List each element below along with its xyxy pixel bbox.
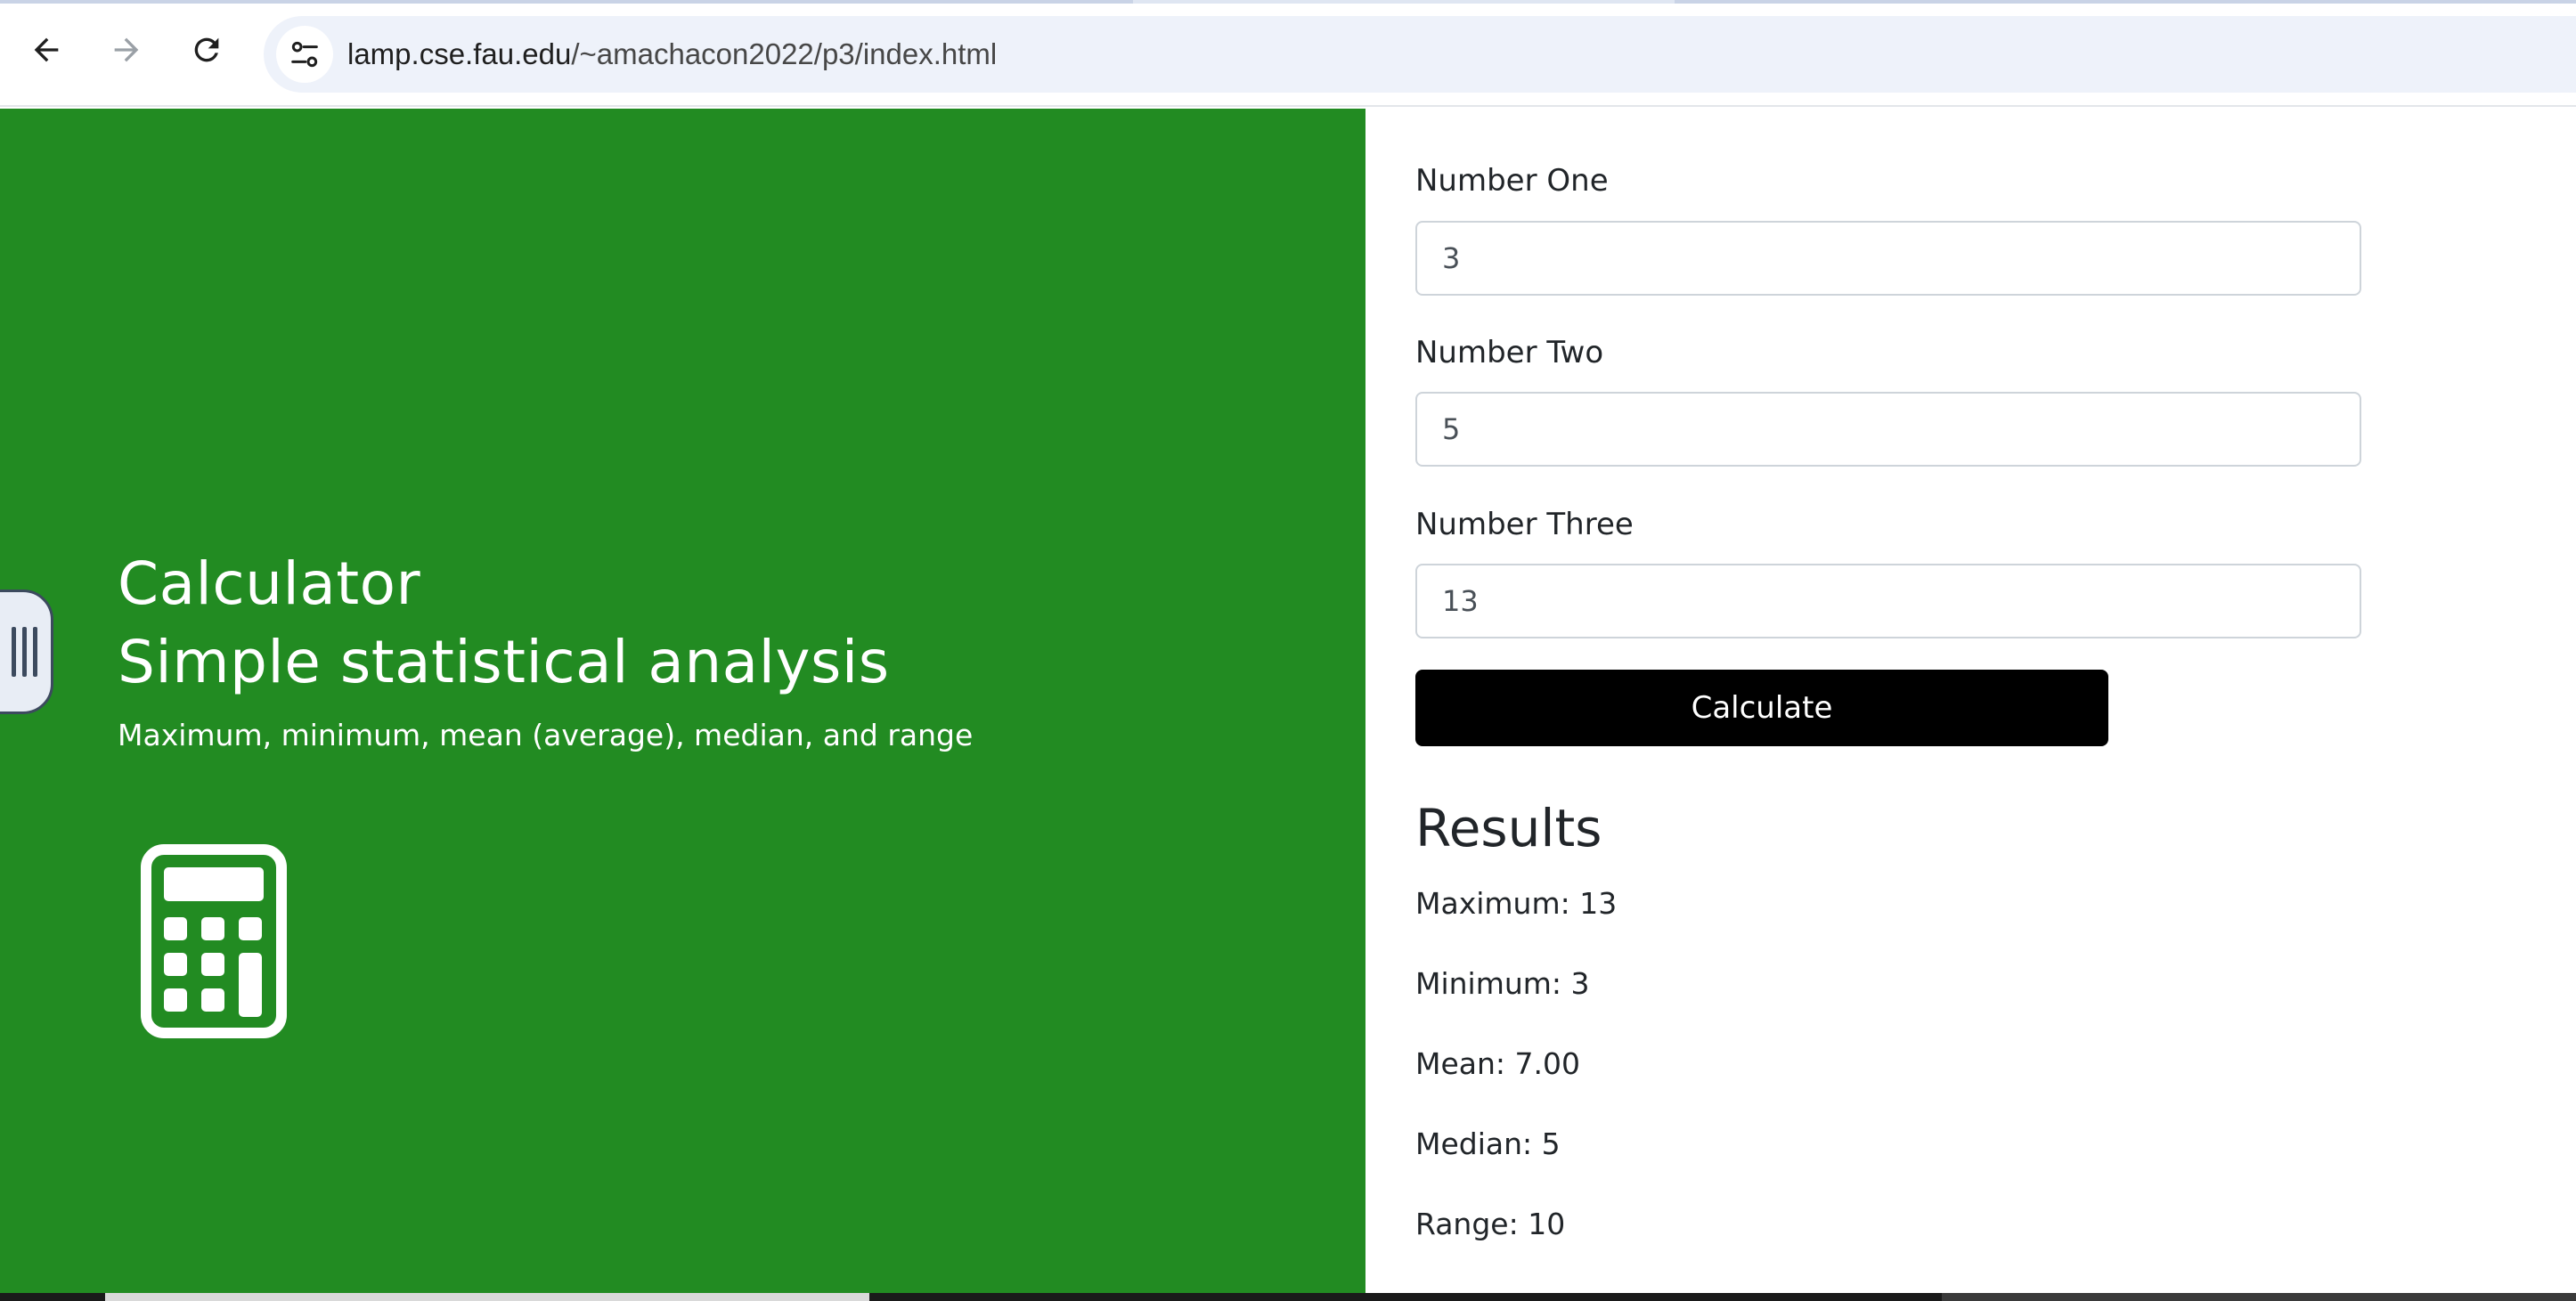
number-one-input[interactable] (1415, 221, 2361, 296)
number-two-label: Number Two (1415, 335, 1604, 370)
url-host: lamp.cse.fau.edu (347, 37, 572, 70)
page-title: Calculator Simple statistical analysis (118, 545, 890, 702)
forward-button[interactable] (100, 23, 153, 77)
page-subtitle: Maximum, minimum, mean (average), median… (118, 718, 974, 752)
handle-bar (11, 627, 16, 677)
url-text[interactable]: lamp.cse.fau.edu/~amachacon2022/p3/index… (347, 34, 997, 75)
tune-icon (291, 41, 318, 68)
back-button[interactable] (20, 23, 73, 77)
result-minimum: Minimum: 3 (1415, 966, 1590, 1001)
number-three-input[interactable] (1415, 564, 2361, 638)
site-info-button[interactable] (276, 26, 333, 83)
side-panel-handle[interactable] (0, 590, 53, 714)
hero-panel: Calculator Simple statistical analysis M… (0, 109, 1365, 1295)
reload-icon (194, 37, 219, 62)
taskbar-active-window[interactable] (105, 1293, 869, 1301)
browser-toolbar: lamp.cse.fau.edu/~amachacon2022/p3/index… (0, 4, 2576, 107)
taskbar (0, 1293, 2576, 1301)
taskbar-segment (1942, 1293, 2576, 1301)
calculate-button[interactable]: Calculate (1415, 670, 2108, 746)
result-range: Range: 10 (1415, 1207, 1566, 1241)
calculator-icon (141, 844, 287, 1038)
handle-bar (21, 627, 27, 677)
url-path: /~amachacon2022/p3/index.html (571, 37, 998, 70)
number-one-label: Number One (1415, 163, 1609, 199)
number-three-label: Number Three (1415, 507, 1634, 542)
number-two-input[interactable] (1415, 392, 2361, 467)
arrow-left-icon (34, 37, 59, 62)
address-bar[interactable]: lamp.cse.fau.edu/~amachacon2022/p3/index… (264, 16, 2576, 93)
handle-bar (32, 627, 37, 677)
result-median: Median: 5 (1415, 1126, 1561, 1161)
reload-button[interactable] (180, 23, 233, 77)
result-maximum: Maximum: 13 (1415, 886, 1618, 921)
result-mean: Mean: 7.00 (1415, 1046, 1580, 1081)
results-heading: Results (1415, 798, 1602, 858)
title-line-calculator: Calculator (118, 549, 421, 618)
title-line-statistical-analysis: Simple statistical analysis (118, 628, 890, 696)
page-content: Calculator Simple statistical analysis M… (0, 109, 2576, 1295)
arrow-right-icon (114, 37, 139, 62)
